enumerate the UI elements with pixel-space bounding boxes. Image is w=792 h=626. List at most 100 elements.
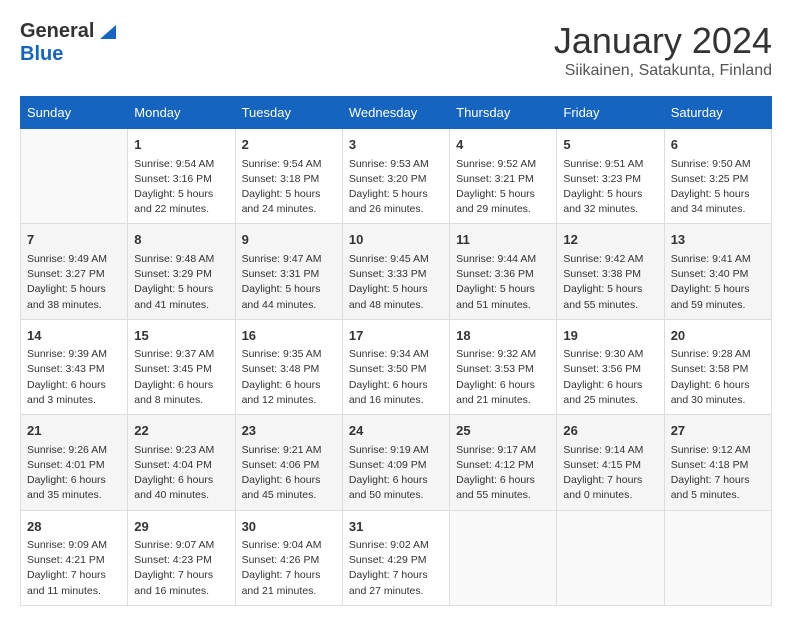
table-row: 12Sunrise: 9:42 AM Sunset: 3:38 PM Dayli… bbox=[557, 224, 664, 319]
day-info: Sunrise: 9:14 AM Sunset: 4:15 PM Dayligh… bbox=[563, 443, 657, 504]
day-number: 7 bbox=[27, 230, 121, 250]
day-number: 22 bbox=[134, 421, 228, 441]
table-row: 2Sunrise: 9:54 AM Sunset: 3:18 PM Daylig… bbox=[235, 129, 342, 224]
table-row: 31Sunrise: 9:02 AM Sunset: 4:29 PM Dayli… bbox=[342, 510, 449, 605]
day-info: Sunrise: 9:41 AM Sunset: 3:40 PM Dayligh… bbox=[671, 252, 765, 313]
day-number: 9 bbox=[242, 230, 336, 250]
table-row: 23Sunrise: 9:21 AM Sunset: 4:06 PM Dayli… bbox=[235, 415, 342, 510]
logo: General Blue bbox=[20, 20, 116, 66]
table-row: 17Sunrise: 9:34 AM Sunset: 3:50 PM Dayli… bbox=[342, 319, 449, 414]
calendar-week-row: 21Sunrise: 9:26 AM Sunset: 4:01 PM Dayli… bbox=[21, 415, 772, 510]
calendar-table: Sunday Monday Tuesday Wednesday Thursday… bbox=[20, 96, 772, 606]
header-friday: Friday bbox=[557, 97, 664, 129]
day-info: Sunrise: 9:54 AM Sunset: 3:18 PM Dayligh… bbox=[242, 157, 336, 218]
day-info: Sunrise: 9:02 AM Sunset: 4:29 PM Dayligh… bbox=[349, 538, 443, 599]
day-info: Sunrise: 9:12 AM Sunset: 4:18 PM Dayligh… bbox=[671, 443, 765, 504]
day-info: Sunrise: 9:30 AM Sunset: 3:56 PM Dayligh… bbox=[563, 347, 657, 408]
day-number: 14 bbox=[27, 326, 121, 346]
day-number: 30 bbox=[242, 517, 336, 537]
table-row: 4Sunrise: 9:52 AM Sunset: 3:21 PM Daylig… bbox=[450, 129, 557, 224]
table-row: 8Sunrise: 9:48 AM Sunset: 3:29 PM Daylig… bbox=[128, 224, 235, 319]
table-row: 22Sunrise: 9:23 AM Sunset: 4:04 PM Dayli… bbox=[128, 415, 235, 510]
day-info: Sunrise: 9:42 AM Sunset: 3:38 PM Dayligh… bbox=[563, 252, 657, 313]
calendar-week-row: 28Sunrise: 9:09 AM Sunset: 4:21 PM Dayli… bbox=[21, 510, 772, 605]
day-info: Sunrise: 9:52 AM Sunset: 3:21 PM Dayligh… bbox=[456, 157, 550, 218]
table-row: 26Sunrise: 9:14 AM Sunset: 4:15 PM Dayli… bbox=[557, 415, 664, 510]
table-row: 27Sunrise: 9:12 AM Sunset: 4:18 PM Dayli… bbox=[664, 415, 771, 510]
table-row: 16Sunrise: 9:35 AM Sunset: 3:48 PM Dayli… bbox=[235, 319, 342, 414]
header-monday: Monday bbox=[128, 97, 235, 129]
table-row: 9Sunrise: 9:47 AM Sunset: 3:31 PM Daylig… bbox=[235, 224, 342, 319]
table-row: 25Sunrise: 9:17 AM Sunset: 4:12 PM Dayli… bbox=[450, 415, 557, 510]
day-info: Sunrise: 9:48 AM Sunset: 3:29 PM Dayligh… bbox=[134, 252, 228, 313]
day-number: 26 bbox=[563, 421, 657, 441]
day-number: 6 bbox=[671, 135, 765, 155]
calendar-body: 1Sunrise: 9:54 AM Sunset: 3:16 PM Daylig… bbox=[21, 129, 772, 606]
day-info: Sunrise: 9:28 AM Sunset: 3:58 PM Dayligh… bbox=[671, 347, 765, 408]
table-row: 20Sunrise: 9:28 AM Sunset: 3:58 PM Dayli… bbox=[664, 319, 771, 414]
logo-icon bbox=[96, 21, 116, 41]
table-row: 24Sunrise: 9:19 AM Sunset: 4:09 PM Dayli… bbox=[342, 415, 449, 510]
day-number: 1 bbox=[134, 135, 228, 155]
day-info: Sunrise: 9:39 AM Sunset: 3:43 PM Dayligh… bbox=[27, 347, 121, 408]
table-row: 29Sunrise: 9:07 AM Sunset: 4:23 PM Dayli… bbox=[128, 510, 235, 605]
table-row bbox=[21, 129, 128, 224]
day-info: Sunrise: 9:50 AM Sunset: 3:25 PM Dayligh… bbox=[671, 157, 765, 218]
day-number: 5 bbox=[563, 135, 657, 155]
location-subtitle: Siikainen, Satakunta, Finland bbox=[554, 62, 772, 80]
table-row: 5Sunrise: 9:51 AM Sunset: 3:23 PM Daylig… bbox=[557, 129, 664, 224]
day-number: 16 bbox=[242, 326, 336, 346]
day-number: 2 bbox=[242, 135, 336, 155]
calendar-week-row: 1Sunrise: 9:54 AM Sunset: 3:16 PM Daylig… bbox=[21, 129, 772, 224]
day-info: Sunrise: 9:04 AM Sunset: 4:26 PM Dayligh… bbox=[242, 538, 336, 599]
day-info: Sunrise: 9:35 AM Sunset: 3:48 PM Dayligh… bbox=[242, 347, 336, 408]
day-number: 21 bbox=[27, 421, 121, 441]
day-info: Sunrise: 9:09 AM Sunset: 4:21 PM Dayligh… bbox=[27, 538, 121, 599]
day-info: Sunrise: 9:23 AM Sunset: 4:04 PM Dayligh… bbox=[134, 443, 228, 504]
table-row: 14Sunrise: 9:39 AM Sunset: 3:43 PM Dayli… bbox=[21, 319, 128, 414]
day-info: Sunrise: 9:26 AM Sunset: 4:01 PM Dayligh… bbox=[27, 443, 121, 504]
day-number: 23 bbox=[242, 421, 336, 441]
day-info: Sunrise: 9:32 AM Sunset: 3:53 PM Dayligh… bbox=[456, 347, 550, 408]
table-row: 18Sunrise: 9:32 AM Sunset: 3:53 PM Dayli… bbox=[450, 319, 557, 414]
day-info: Sunrise: 9:07 AM Sunset: 4:23 PM Dayligh… bbox=[134, 538, 228, 599]
day-info: Sunrise: 9:44 AM Sunset: 3:36 PM Dayligh… bbox=[456, 252, 550, 313]
table-row: 30Sunrise: 9:04 AM Sunset: 4:26 PM Dayli… bbox=[235, 510, 342, 605]
day-number: 18 bbox=[456, 326, 550, 346]
day-info: Sunrise: 9:17 AM Sunset: 4:12 PM Dayligh… bbox=[456, 443, 550, 504]
day-number: 11 bbox=[456, 230, 550, 250]
day-number: 20 bbox=[671, 326, 765, 346]
day-info: Sunrise: 9:45 AM Sunset: 3:33 PM Dayligh… bbox=[349, 252, 443, 313]
month-title: January 2024 bbox=[554, 20, 772, 62]
day-info: Sunrise: 9:37 AM Sunset: 3:45 PM Dayligh… bbox=[134, 347, 228, 408]
day-number: 15 bbox=[134, 326, 228, 346]
day-info: Sunrise: 9:19 AM Sunset: 4:09 PM Dayligh… bbox=[349, 443, 443, 504]
weekday-header-row: Sunday Monday Tuesday Wednesday Thursday… bbox=[21, 97, 772, 129]
table-row: 11Sunrise: 9:44 AM Sunset: 3:36 PM Dayli… bbox=[450, 224, 557, 319]
table-row: 10Sunrise: 9:45 AM Sunset: 3:33 PM Dayli… bbox=[342, 224, 449, 319]
day-info: Sunrise: 9:53 AM Sunset: 3:20 PM Dayligh… bbox=[349, 157, 443, 218]
table-row: 3Sunrise: 9:53 AM Sunset: 3:20 PM Daylig… bbox=[342, 129, 449, 224]
day-info: Sunrise: 9:49 AM Sunset: 3:27 PM Dayligh… bbox=[27, 252, 121, 313]
calendar-header: Sunday Monday Tuesday Wednesday Thursday… bbox=[21, 97, 772, 129]
day-info: Sunrise: 9:47 AM Sunset: 3:31 PM Dayligh… bbox=[242, 252, 336, 313]
header: General Blue January 2024 Siikainen, Sat… bbox=[20, 20, 772, 80]
table-row: 19Sunrise: 9:30 AM Sunset: 3:56 PM Dayli… bbox=[557, 319, 664, 414]
header-wednesday: Wednesday bbox=[342, 97, 449, 129]
calendar-week-row: 14Sunrise: 9:39 AM Sunset: 3:43 PM Dayli… bbox=[21, 319, 772, 414]
day-number: 13 bbox=[671, 230, 765, 250]
title-area: January 2024 Siikainen, Satakunta, Finla… bbox=[554, 20, 772, 80]
calendar-week-row: 7Sunrise: 9:49 AM Sunset: 3:27 PM Daylig… bbox=[21, 224, 772, 319]
table-row bbox=[557, 510, 664, 605]
table-row: 28Sunrise: 9:09 AM Sunset: 4:21 PM Dayli… bbox=[21, 510, 128, 605]
day-number: 28 bbox=[27, 517, 121, 537]
day-number: 27 bbox=[671, 421, 765, 441]
day-number: 8 bbox=[134, 230, 228, 250]
day-number: 31 bbox=[349, 517, 443, 537]
table-row: 1Sunrise: 9:54 AM Sunset: 3:16 PM Daylig… bbox=[128, 129, 235, 224]
day-info: Sunrise: 9:51 AM Sunset: 3:23 PM Dayligh… bbox=[563, 157, 657, 218]
day-number: 29 bbox=[134, 517, 228, 537]
day-number: 25 bbox=[456, 421, 550, 441]
day-info: Sunrise: 9:21 AM Sunset: 4:06 PM Dayligh… bbox=[242, 443, 336, 504]
table-row bbox=[450, 510, 557, 605]
